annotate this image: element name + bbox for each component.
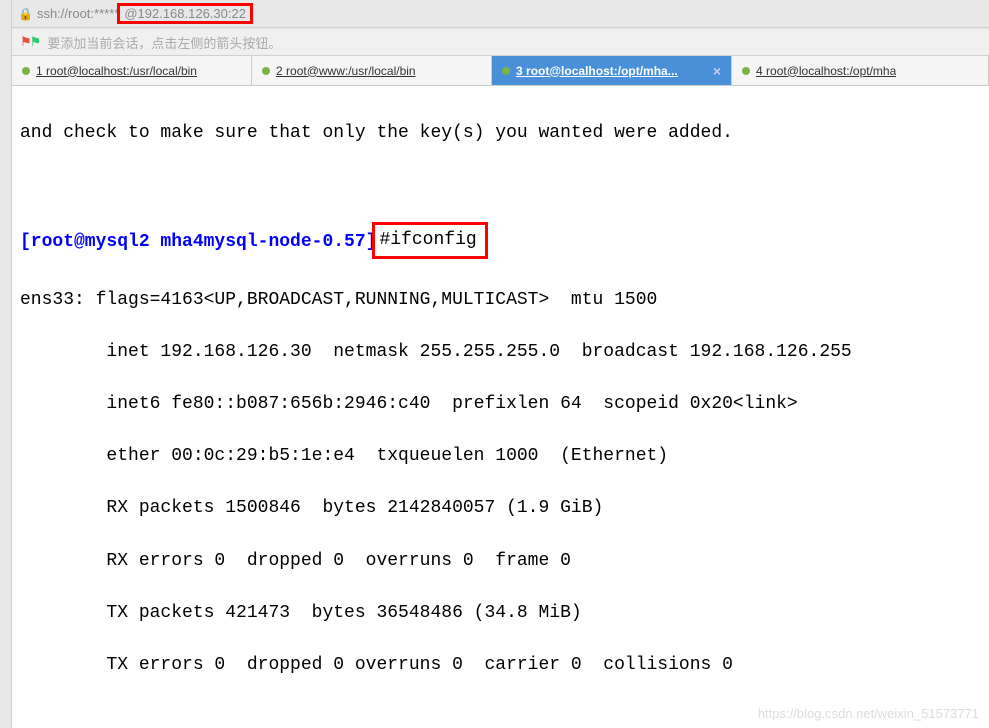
ifconfig-ens33: ether 00:0c:29:b5:1e:e4 txqueuelen 1000 … bbox=[20, 443, 981, 469]
tab-3-active[interactable]: 3 root@localhost:/opt/mha... × bbox=[492, 56, 732, 85]
status-dot-icon bbox=[262, 67, 270, 75]
ifconfig-ens33: inet6 fe80::b087:656b:2946:c40 prefixlen… bbox=[20, 391, 981, 417]
tab-2[interactable]: 2 root@www:/usr/local/bin bbox=[252, 56, 492, 85]
blank-line bbox=[20, 172, 981, 198]
status-dot-icon bbox=[502, 67, 510, 75]
address-bar[interactable]: 🔒 ssh://root:***** @192.168.126.30:22 bbox=[12, 0, 989, 28]
ifconfig-ens33: RX packets 1500846 bytes 2142840057 (1.9… bbox=[20, 495, 981, 521]
hint-text: 要添加当前会话，点击左侧的箭头按钮。 bbox=[47, 33, 281, 52]
terminal-output[interactable]: and check to make sure that only the key… bbox=[12, 86, 989, 728]
close-icon[interactable]: × bbox=[707, 63, 721, 79]
flag-icon-2: ⚑ bbox=[30, 34, 42, 50]
ifconfig-ens33: TX errors 0 dropped 0 overruns 0 carrier… bbox=[20, 652, 981, 678]
tab-1[interactable]: 1 root@localhost:/usr/local/bin bbox=[12, 56, 252, 85]
ifconfig-ens33: RX errors 0 dropped 0 overruns 0 frame 0 bbox=[20, 548, 981, 574]
ifconfig-ens33: inet 192.168.126.30 netmask 255.255.255.… bbox=[20, 339, 981, 365]
url-protocol: ssh://root:***** bbox=[37, 6, 119, 21]
hint-bar: ⚑ ⚑ 要添加当前会话，点击左侧的箭头按钮。 bbox=[12, 28, 989, 56]
output-line: and check to make sure that only the key… bbox=[20, 120, 981, 146]
tab-4[interactable]: 4 root@localhost:/opt/mha bbox=[732, 56, 989, 85]
left-sidebar-truncated bbox=[0, 0, 12, 728]
tabs-bar: 1 root@localhost:/usr/local/bin 2 root@w… bbox=[12, 56, 989, 86]
command-highlighted: #ifconfig bbox=[372, 222, 487, 258]
ifconfig-ens33: ens33: flags=4163<UP,BROADCAST,RUNNING,M… bbox=[20, 287, 981, 313]
status-dot-icon bbox=[742, 67, 750, 75]
status-dot-icon bbox=[22, 67, 30, 75]
prompt-user: [root@mysql2 bbox=[20, 232, 150, 252]
ifconfig-ens33: TX packets 421473 bytes 36548486 (34.8 M… bbox=[20, 600, 981, 626]
url-host-highlighted: @192.168.126.30:22 bbox=[117, 3, 253, 24]
prompt-line: [root@mysql2 mha4mysql-node-0.57]#ifconf… bbox=[20, 224, 981, 260]
watermark: https://blog.csdn.net/weixin_51573771 bbox=[758, 705, 979, 724]
lock-icon: 🔒 bbox=[18, 7, 33, 21]
prompt-path: mha4mysql-node-0.57] bbox=[150, 232, 377, 252]
